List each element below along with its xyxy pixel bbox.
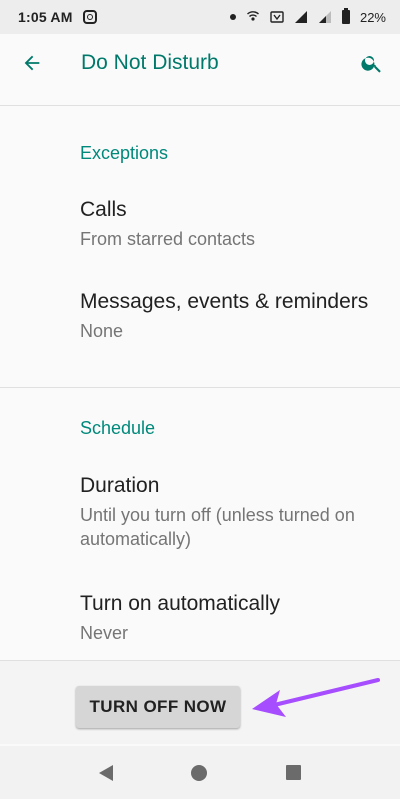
status-time: 1:05 AM bbox=[18, 9, 73, 25]
instagram-icon bbox=[82, 10, 97, 24]
setting-calls-subtitle: From starred contacts bbox=[80, 229, 256, 249]
setting-messages-subtitle: None bbox=[80, 321, 124, 341]
section-divider bbox=[0, 387, 400, 388]
back-arrow-icon bbox=[24, 55, 40, 71]
annotation-arrow-icon bbox=[252, 678, 380, 717]
nav-back-icon[interactable] bbox=[99, 764, 114, 781]
back-button[interactable] bbox=[0, 34, 64, 92]
wifi-signal-icon bbox=[294, 11, 307, 23]
screen: 1:05 AM 22% Do Not Disturb Exceptions Ca… bbox=[0, 0, 400, 799]
setting-auto-subtitle: Never bbox=[80, 623, 129, 643]
nav-home-icon[interactable] bbox=[191, 764, 208, 781]
app-bar-divider bbox=[0, 92, 400, 106]
setting-calls[interactable]: Calls From starred contacts bbox=[80, 196, 380, 251]
setting-messages-title: Messages, events & reminders bbox=[80, 290, 369, 313]
setting-calls-title: Calls bbox=[80, 198, 127, 221]
hotspot-icon bbox=[246, 11, 259, 21]
battery-percent: 22% bbox=[359, 9, 386, 25]
search-icon bbox=[361, 56, 381, 73]
status-icons: 22% bbox=[229, 8, 386, 25]
section-header-exceptions: Exceptions bbox=[80, 143, 169, 163]
battery-icon bbox=[341, 8, 350, 24]
setting-messages[interactable]: Messages, events & reminders None bbox=[80, 288, 380, 343]
setting-turn-on-automatically[interactable]: Turn on automatically Never bbox=[80, 590, 380, 645]
setting-auto-title: Turn on automatically bbox=[80, 592, 280, 615]
cell-signal-icon bbox=[318, 11, 331, 23]
status-bar: 1:05 AM 22% bbox=[0, 0, 400, 34]
page-title: Do Not Disturb bbox=[81, 51, 219, 74]
nav-recents-icon[interactable] bbox=[285, 765, 301, 780]
turn-off-now-button[interactable]: TURN OFF NOW bbox=[76, 686, 240, 728]
setting-duration-title: Duration bbox=[80, 474, 160, 497]
setting-duration-subtitle: Until you turn off (unless turned on aut… bbox=[80, 505, 355, 549]
setting-duration[interactable]: Duration Until you turn off (unless turn… bbox=[80, 472, 380, 551]
volte-icon bbox=[270, 11, 284, 23]
app-bar: Do Not Disturb bbox=[0, 34, 400, 92]
notification-dot-icon bbox=[229, 14, 236, 20]
search-button[interactable] bbox=[344, 34, 400, 92]
system-nav-bar bbox=[0, 746, 400, 799]
section-header-schedule: Schedule bbox=[80, 418, 156, 438]
